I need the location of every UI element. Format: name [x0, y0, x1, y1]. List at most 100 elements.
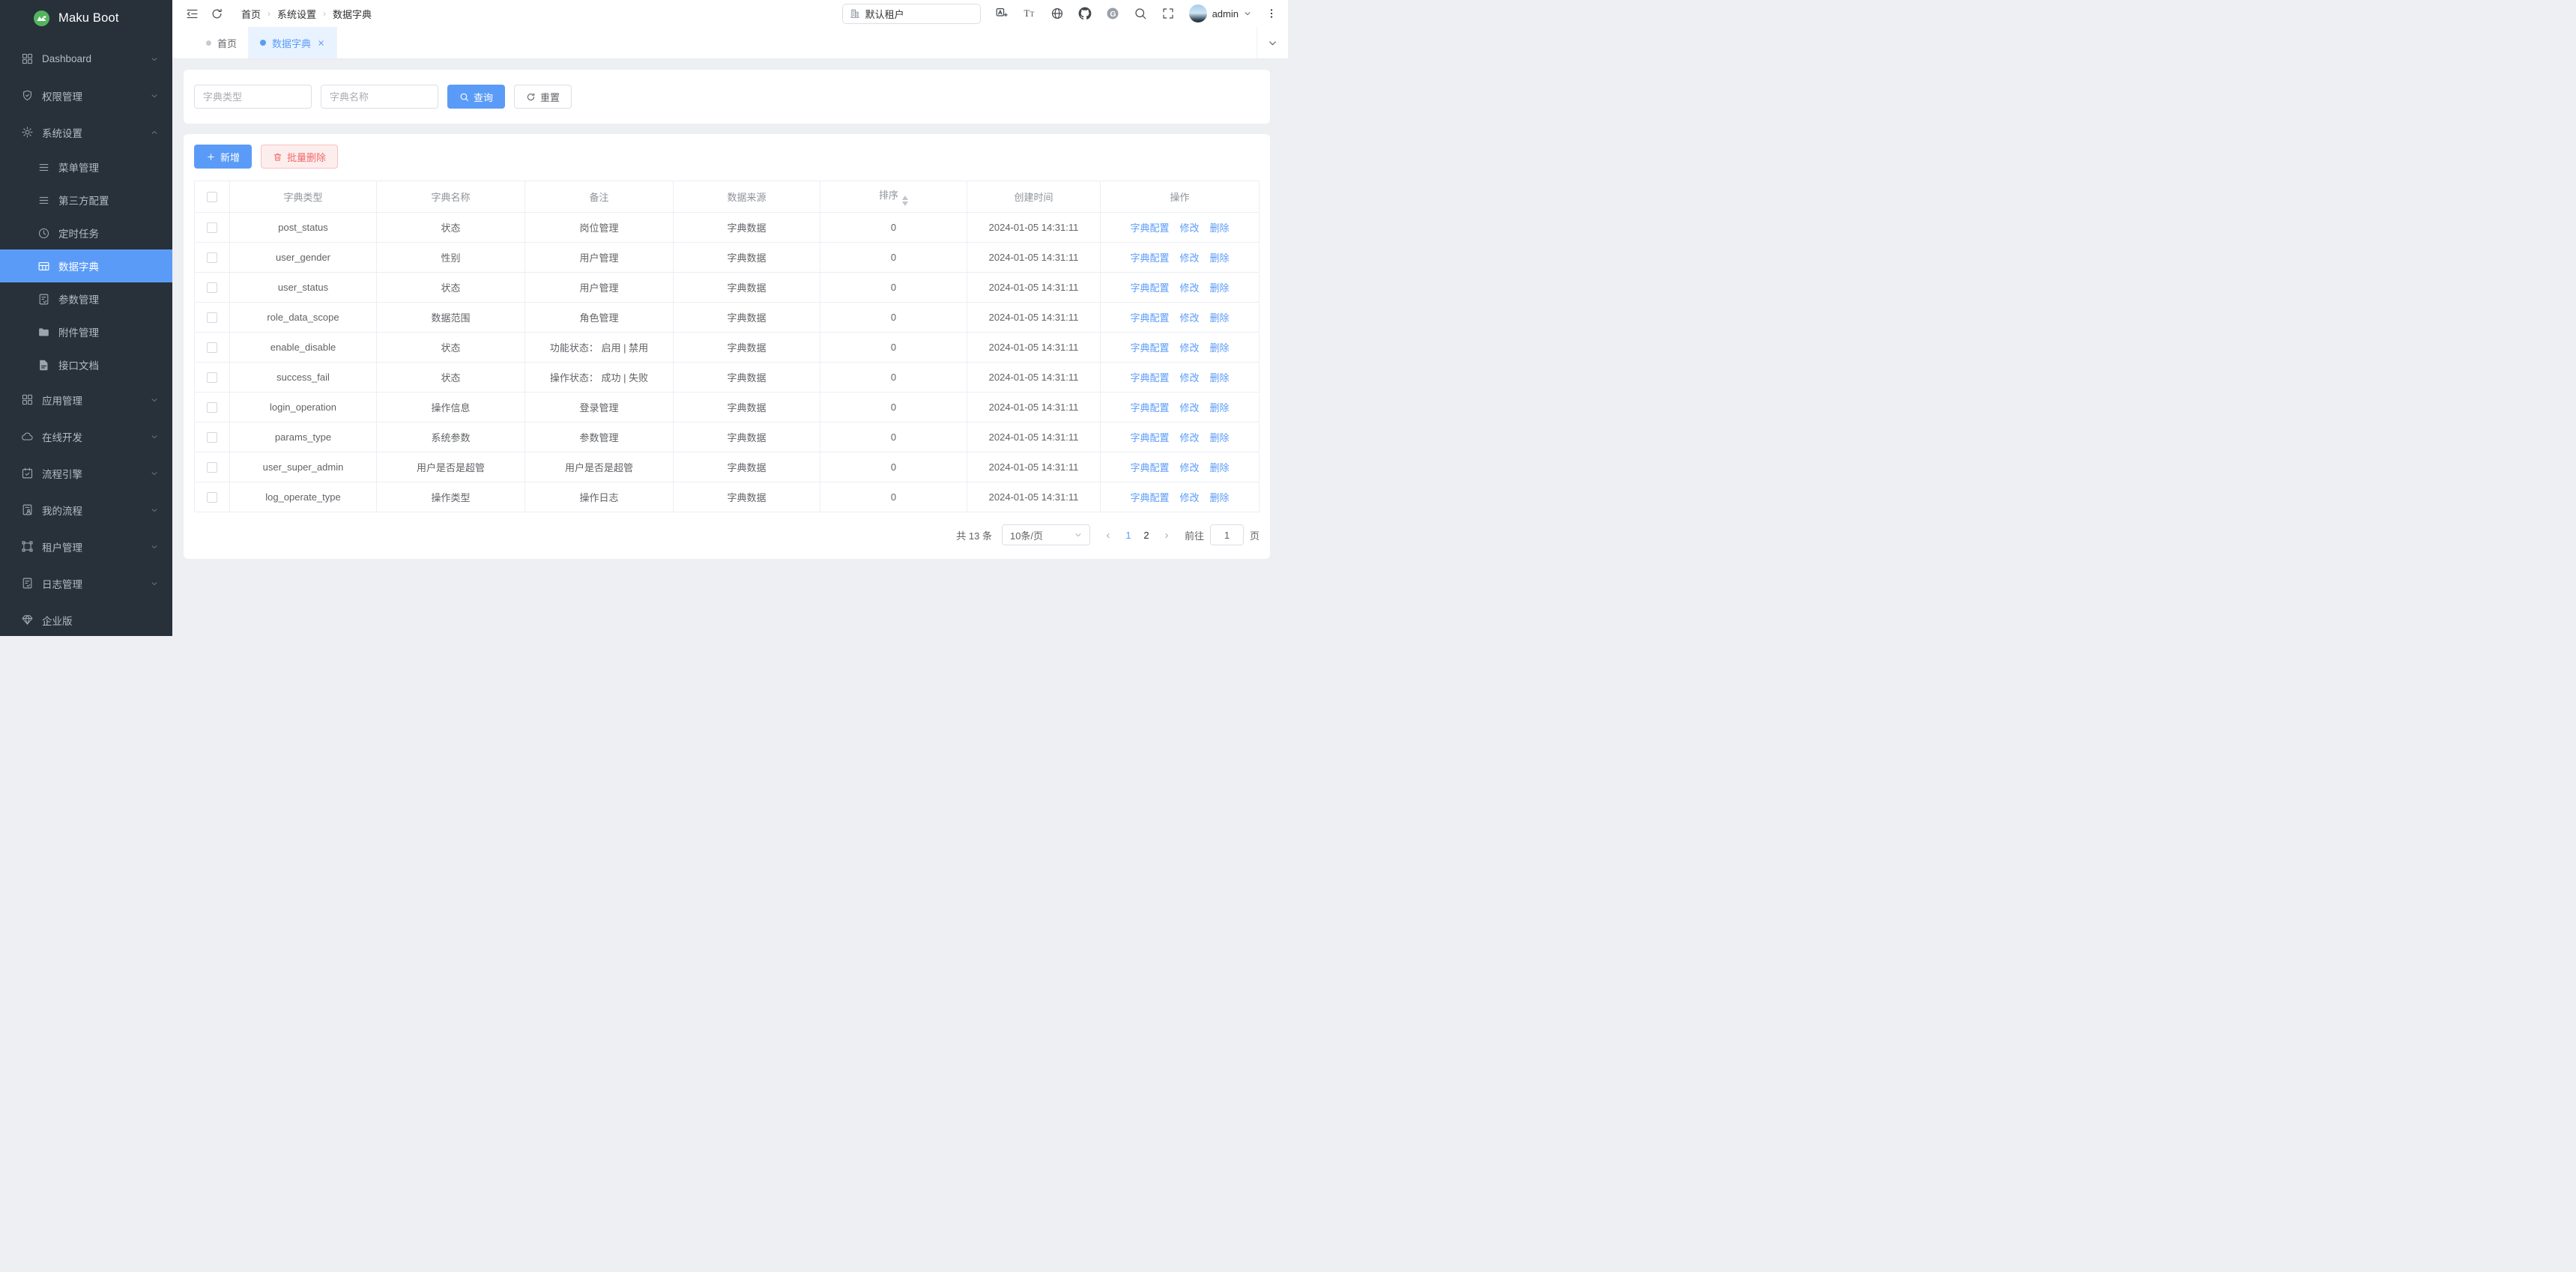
- row-checkbox[interactable]: [207, 402, 217, 413]
- sidebar-item-online-dev[interactable]: 在线开发: [0, 418, 172, 455]
- page-number-2[interactable]: 2: [1137, 530, 1155, 541]
- breadcrumb-home[interactable]: 首页: [241, 7, 261, 21]
- row-action-link[interactable]: 删除: [1210, 402, 1230, 414]
- sort-caret-icon[interactable]: [902, 196, 908, 206]
- sidebar-item-data-dictionary[interactable]: 数据字典: [0, 249, 172, 282]
- more-options-icon[interactable]: [1266, 7, 1278, 19]
- sidebar-item-attachments[interactable]: 附件管理: [0, 315, 172, 348]
- tab-home[interactable]: 首页: [195, 27, 249, 58]
- row-action-link[interactable]: 字典配置: [1130, 312, 1169, 324]
- row-action-link[interactable]: 删除: [1210, 282, 1230, 294]
- row-action-link[interactable]: 删除: [1210, 222, 1230, 234]
- row-action-link[interactable]: 修改: [1179, 372, 1199, 384]
- translate-icon: [995, 7, 1009, 20]
- batch-delete-button[interactable]: 批量删除: [261, 145, 338, 169]
- user-name: admin: [1212, 8, 1239, 19]
- refresh-icon[interactable]: [211, 7, 223, 20]
- next-page-button[interactable]: ›: [1158, 529, 1175, 542]
- sidebar-item-app-mgmt[interactable]: 应用管理: [0, 381, 172, 418]
- page-number-1[interactable]: 1: [1119, 530, 1137, 541]
- row-action-link[interactable]: 字典配置: [1130, 282, 1169, 294]
- cell-dict-name: 性别: [377, 243, 525, 273]
- sidebar-item-log-mgmt[interactable]: 日志管理: [0, 565, 172, 602]
- cell-actions: 字典配置修改删除: [1101, 363, 1260, 393]
- sidebar-item-system-settings[interactable]: 系统设置: [0, 114, 172, 151]
- row-action-link[interactable]: 字典配置: [1130, 462, 1169, 473]
- reset-button[interactable]: 重置: [514, 85, 572, 109]
- row-action-link[interactable]: 修改: [1179, 432, 1199, 443]
- tab-actions-dropdown[interactable]: [1257, 27, 1288, 58]
- sidebar-item-my-workflows[interactable]: 我的流程: [0, 491, 172, 528]
- row-action-link[interactable]: 字典配置: [1130, 402, 1169, 414]
- sidebar-item-permission[interactable]: 权限管理: [0, 77, 172, 114]
- row-action-link[interactable]: 字典配置: [1130, 252, 1169, 264]
- doccheck-icon: [21, 577, 34, 590]
- row-action-link[interactable]: 删除: [1210, 342, 1230, 354]
- gitee-icon: G: [1106, 7, 1119, 20]
- row-checkbox[interactable]: [207, 312, 217, 323]
- row-checkbox[interactable]: [207, 462, 217, 473]
- row-action-link[interactable]: 修改: [1179, 462, 1199, 473]
- user-menu[interactable]: admin: [1189, 4, 1251, 22]
- row-action-link[interactable]: 修改: [1179, 402, 1199, 414]
- sidebar-item-workflow-engine[interactable]: 流程引擎: [0, 455, 172, 491]
- row-checkbox[interactable]: [207, 252, 217, 263]
- sidebar-item-api-docs[interactable]: 接口文档: [0, 348, 172, 381]
- close-tab-icon[interactable]: [317, 39, 325, 47]
- dict-type-input[interactable]: [194, 85, 312, 109]
- goto-page-input[interactable]: [1210, 524, 1244, 545]
- tenant-select[interactable]: 默认租户: [842, 4, 981, 24]
- row-action-link[interactable]: 删除: [1210, 432, 1230, 443]
- row-action-link[interactable]: 修改: [1179, 222, 1199, 234]
- row-action-link[interactable]: 字典配置: [1130, 372, 1169, 384]
- row-checkbox[interactable]: [207, 342, 217, 353]
- search-button[interactable]: [1134, 7, 1147, 20]
- row-action-link[interactable]: 修改: [1179, 252, 1199, 264]
- row-checkbox[interactable]: [207, 432, 217, 443]
- row-action-link[interactable]: 字典配置: [1130, 492, 1169, 503]
- font-size-button[interactable]: TT: [1023, 7, 1036, 20]
- tab-data-dictionary[interactable]: 数据字典: [249, 27, 337, 58]
- row-action-link[interactable]: 修改: [1179, 342, 1199, 354]
- translate-button[interactable]: [995, 7, 1009, 20]
- dict-name-input[interactable]: [321, 85, 438, 109]
- row-action-link[interactable]: 删除: [1210, 372, 1230, 384]
- add-button[interactable]: 新增: [194, 145, 252, 169]
- row-action-link[interactable]: 删除: [1210, 312, 1230, 324]
- sidebar-item-menu-mgmt[interactable]: 菜单管理: [0, 151, 172, 184]
- row-checkbox[interactable]: [207, 282, 217, 293]
- row-checkbox[interactable]: [207, 222, 217, 233]
- prev-page-button[interactable]: ‹: [1100, 529, 1116, 542]
- row-action-link[interactable]: 字典配置: [1130, 222, 1169, 234]
- sidebar-item-dashboard[interactable]: Dashboard: [0, 40, 172, 77]
- search-button[interactable]: 查询: [447, 85, 505, 109]
- row-action-link[interactable]: 字典配置: [1130, 342, 1169, 354]
- app-logo[interactable]: Maku Boot: [0, 0, 172, 36]
- row-action-link[interactable]: 字典配置: [1130, 432, 1169, 443]
- github-button[interactable]: [1078, 7, 1092, 20]
- cell-created: 2024-01-05 14:31:11: [967, 482, 1101, 512]
- collapse-sidebar-icon[interactable]: [186, 7, 199, 20]
- cell-sort: 0: [820, 393, 967, 423]
- maku-logo-icon: [33, 10, 50, 27]
- row-action-link[interactable]: 修改: [1179, 282, 1199, 294]
- breadcrumb-system-settings[interactable]: 系统设置: [277, 7, 316, 21]
- page-size-select[interactable]: 10条/页: [1002, 524, 1090, 545]
- sidebar-item-params-mgmt[interactable]: 参数管理: [0, 282, 172, 315]
- row-action-link[interactable]: 删除: [1210, 492, 1230, 503]
- sidebar-item-scheduled-tasks[interactable]: 定时任务: [0, 216, 172, 249]
- gitee-button[interactable]: G: [1106, 7, 1119, 20]
- breadcrumb: 首页 › 系统设置 › 数据字典: [241, 7, 372, 21]
- select-all-checkbox[interactable]: [207, 192, 217, 202]
- globe-button[interactable]: [1050, 7, 1064, 20]
- sidebar-item-tenant-mgmt[interactable]: 租户管理: [0, 528, 172, 565]
- sidebar-item-third-party[interactable]: 第三方配置: [0, 184, 172, 216]
- row-action-link[interactable]: 删除: [1210, 252, 1230, 264]
- sidebar-item-enterprise[interactable]: 企业版: [0, 602, 172, 636]
- row-checkbox[interactable]: [207, 372, 217, 383]
- row-action-link[interactable]: 修改: [1179, 492, 1199, 503]
- row-checkbox[interactable]: [207, 492, 217, 503]
- row-action-link[interactable]: 修改: [1179, 312, 1199, 324]
- row-action-link[interactable]: 删除: [1210, 462, 1230, 473]
- fullscreen-button[interactable]: [1161, 7, 1175, 20]
